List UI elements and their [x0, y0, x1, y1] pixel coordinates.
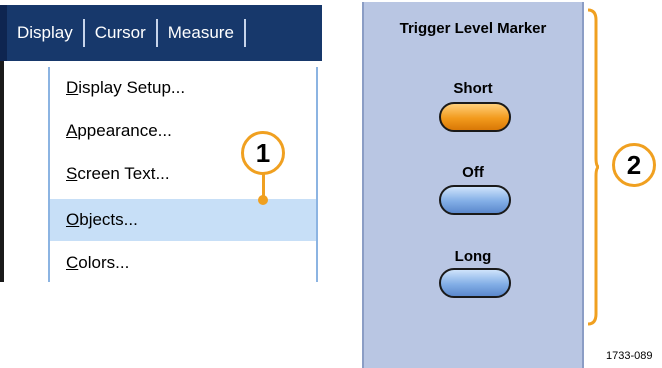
menu-item-objects[interactable]: Objects... [50, 199, 316, 241]
mnemonic: C [66, 253, 79, 272]
menu-bar-edge [0, 5, 7, 61]
menu-item-label: creen Text... [77, 164, 170, 183]
callout-1: 1 [241, 131, 285, 175]
mnemonic: S [66, 164, 78, 183]
menu-item-colors[interactable]: Colors... [50, 242, 316, 284]
panel-title: Trigger Level Marker [399, 20, 547, 37]
short-button[interactable] [439, 102, 511, 132]
menu-item-label: olors... [78, 253, 130, 272]
off-button[interactable] [439, 185, 511, 215]
option-short-label: Short [453, 80, 493, 97]
menu-item-display-setup[interactable]: Display Setup... [50, 67, 316, 109]
menu-separator [243, 19, 246, 47]
option-long-label: Long [454, 248, 492, 265]
dropdown-right-border [316, 67, 318, 282]
long-button[interactable] [439, 268, 511, 298]
mnemonic: D [66, 78, 79, 97]
mnemonic: O [66, 210, 80, 229]
mnemonic: A [66, 121, 78, 140]
dropdown-left-bar [0, 61, 4, 282]
bracket-icon [587, 8, 600, 326]
menu-display[interactable]: Display [7, 5, 83, 61]
menu-bar: Display Cursor Measure [0, 5, 322, 61]
trigger-level-marker-panel: Trigger Level Marker Short Off Long [362, 2, 584, 368]
menu-item-label: isplay Setup... [78, 78, 186, 97]
menu-measure[interactable]: Measure [158, 5, 244, 61]
menu-item-label: ppearance... [77, 121, 172, 140]
option-off-label: Off [462, 164, 484, 181]
callout-1-dot [258, 195, 268, 205]
menu-item-label: bjects... [79, 210, 138, 229]
callout-2: 2 [612, 143, 656, 187]
menu-cursor[interactable]: Cursor [85, 5, 156, 61]
figure-id: 1733-089 [606, 350, 653, 362]
